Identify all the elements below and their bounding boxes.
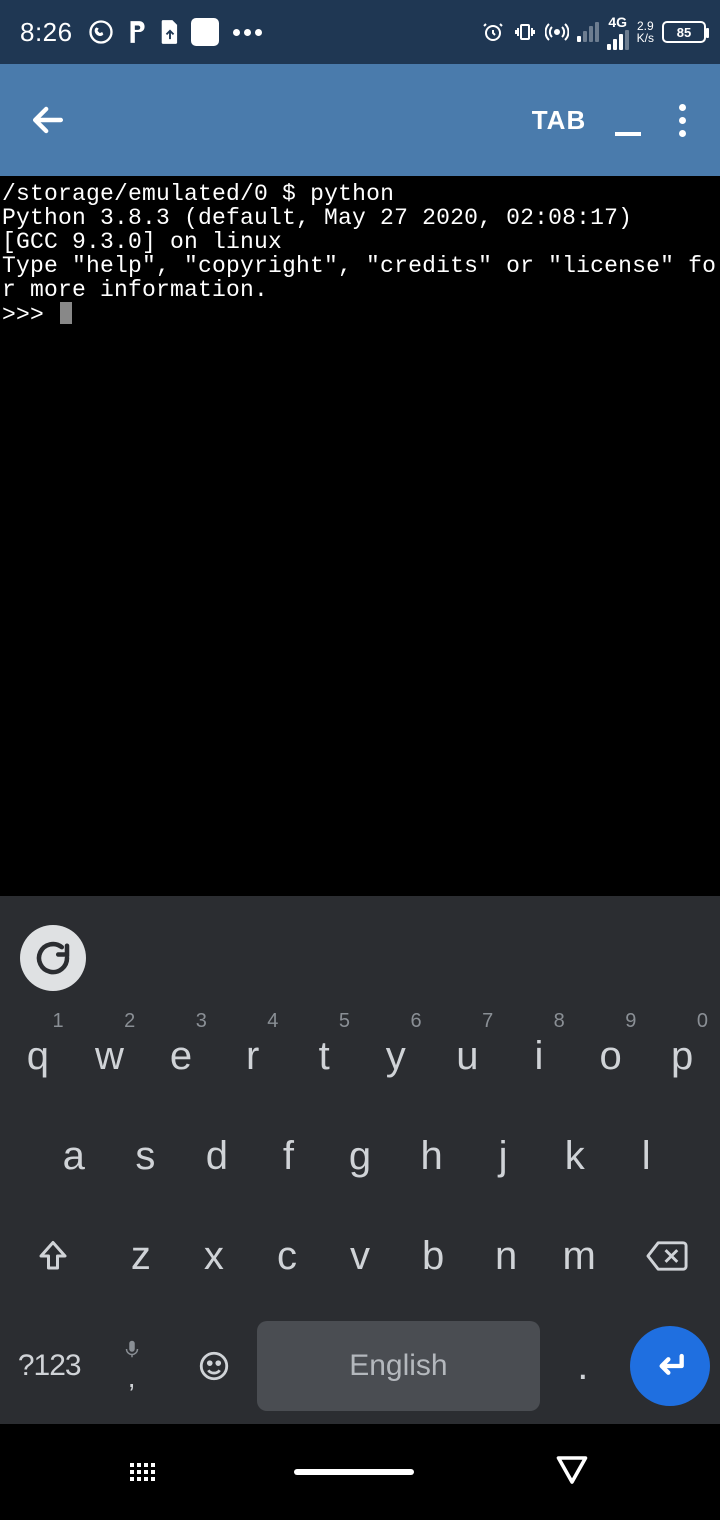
file-icon [159,19,181,45]
keyboard-row-2: asdfghjkl [2,1106,718,1206]
key-t[interactable]: t5 [288,1006,360,1106]
terminal-view[interactable]: /storage/emulated/0 $ python Python 3.8.… [0,176,720,906]
soft-keyboard: q1w2e3r4t5y6u7i8o9p0 asdfghjkl zxcvbnm ?… [0,896,720,1424]
vibrate-icon [513,20,537,44]
key-k[interactable]: k [539,1106,611,1206]
enter-key[interactable] [630,1326,710,1406]
home-button[interactable] [294,1469,414,1475]
key-hint: 1 [53,1010,64,1033]
app-square-icon [191,18,219,46]
key-r[interactable]: r4 [217,1006,289,1106]
key-hint: 4 [267,1010,278,1033]
terminal-line: [GCC 9.3.0] on linux [2,229,282,255]
space-key[interactable]: English [257,1321,539,1411]
key-b[interactable]: b [397,1206,470,1306]
keyboard-row-3: zxcvbnm [2,1206,718,1306]
shift-key[interactable] [2,1206,104,1306]
key-n[interactable]: n [470,1206,543,1306]
alarm-icon [481,20,505,44]
key-hint: 3 [196,1010,207,1033]
keyboard-row-1: q1w2e3r4t5y6u7i8o9p0 [2,1006,718,1106]
mic-key[interactable]: , [92,1321,170,1411]
more-vert-icon [679,104,686,111]
grammarly-button[interactable] [20,925,86,991]
terminal-line: Python 3.8.3 (default, May 27 2020, 02:0… [2,205,632,231]
speed-badge: 2.9 K/s [637,20,654,44]
arrow-left-icon [26,98,70,142]
symbols-key[interactable]: ?123 [10,1321,88,1411]
recents-button[interactable] [130,1463,155,1481]
g-icon [32,937,74,979]
period-key[interactable]: . [544,1321,622,1411]
key-hint: 7 [482,1010,493,1033]
status-bar: 8:26 4G [0,0,720,64]
key-hint: 8 [554,1010,565,1033]
emoji-key[interactable] [175,1321,253,1411]
key-h[interactable]: h [396,1106,468,1206]
key-a[interactable]: a [38,1106,110,1206]
key-f[interactable]: f [253,1106,325,1206]
app-bar: TAB [0,64,720,176]
backspace-key[interactable] [616,1206,718,1306]
key-hint: 5 [339,1010,350,1033]
tab-button[interactable]: TAB [514,105,604,136]
minimize-icon [615,132,641,136]
back-button[interactable] [8,98,88,142]
key-hint: 9 [625,1010,636,1033]
key-hint: 6 [410,1010,421,1033]
key-z[interactable]: z [104,1206,177,1306]
emoji-icon [197,1349,231,1383]
navigation-bar [0,1424,720,1520]
nav-back-icon [554,1452,590,1488]
key-l[interactable]: l [610,1106,682,1206]
key-hint: 0 [697,1010,708,1033]
key-i[interactable]: i8 [503,1006,575,1106]
terminal-line: /storage/emulated/0 $ python [2,181,394,207]
key-e[interactable]: e3 [145,1006,217,1106]
key-hint: 2 [124,1010,135,1033]
network-type-badge: 4G [607,15,629,50]
overflow-button[interactable] [652,104,712,137]
key-y[interactable]: y6 [360,1006,432,1106]
key-o[interactable]: o9 [575,1006,647,1106]
key-w[interactable]: w2 [74,1006,146,1106]
more-notifications-icon [233,29,262,36]
battery-icon: 85 [662,21,706,43]
key-s[interactable]: s [110,1106,182,1206]
terminal-line: Type "help", "copyright", "credits" or "… [2,253,716,303]
key-m[interactable]: m [543,1206,616,1306]
key-j[interactable]: j [467,1106,539,1206]
back-nav-button[interactable] [554,1452,590,1493]
enter-icon [650,1346,690,1386]
key-u[interactable]: u7 [432,1006,504,1106]
terminal-cursor [60,302,72,324]
p-icon [125,19,149,45]
whatsapp-icon [87,18,115,46]
key-p[interactable]: p0 [646,1006,718,1106]
mic-icon [121,1338,143,1360]
key-x[interactable]: x [177,1206,250,1306]
shift-icon [35,1238,71,1274]
backspace-icon [645,1239,689,1273]
status-clock: 8:26 [20,17,73,48]
key-g[interactable]: g [324,1106,396,1206]
comma-hint: , [128,1362,136,1394]
terminal-prompt: >>> [2,302,58,328]
key-q[interactable]: q1 [2,1006,74,1106]
minimize-button[interactable] [604,96,652,144]
key-v[interactable]: v [323,1206,396,1306]
key-d[interactable]: d [181,1106,253,1206]
hotspot-icon [545,20,569,44]
signal-1-icon [577,22,599,42]
key-c[interactable]: c [250,1206,323,1306]
